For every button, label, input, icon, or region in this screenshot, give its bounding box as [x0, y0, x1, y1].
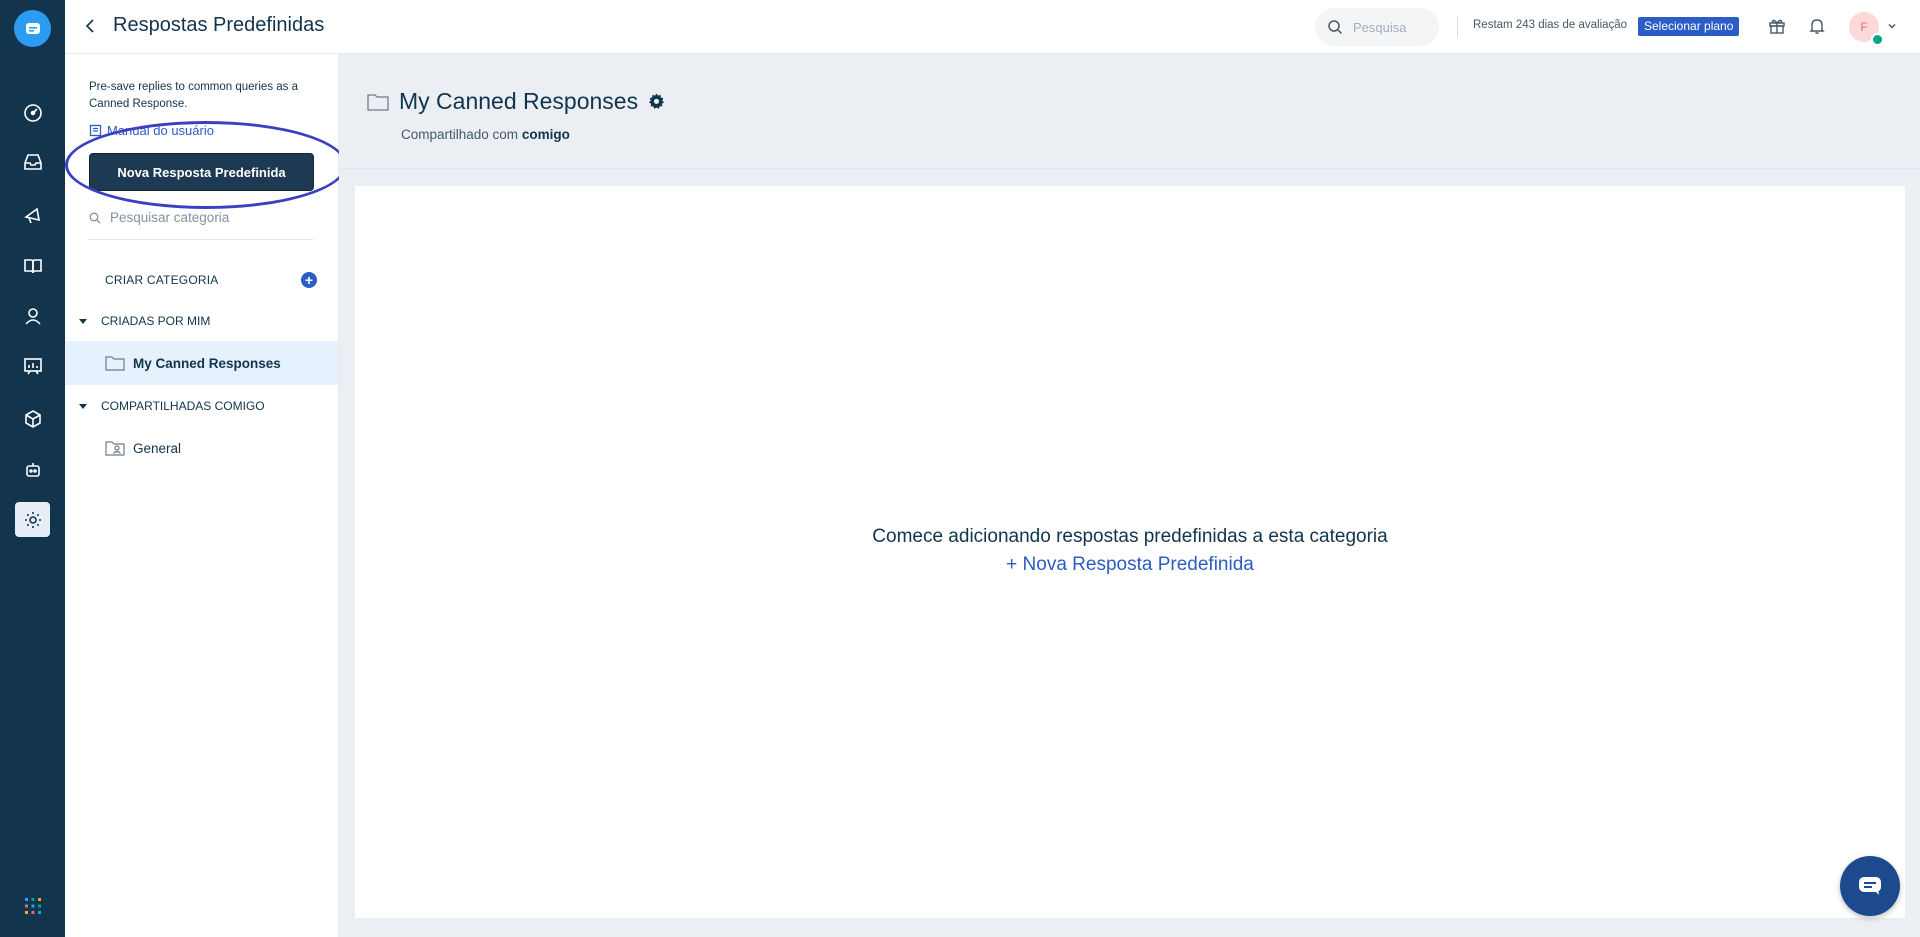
category-search-input[interactable]: Pesquisar categoria — [89, 210, 313, 240]
settings-icon[interactable] — [15, 502, 50, 537]
responses-empty-state: Comece adicionando respostas predefinida… — [355, 186, 1905, 918]
campaigns-icon[interactable] — [15, 197, 50, 232]
contacts-icon[interactable] — [15, 298, 50, 333]
notification-bell-icon[interactable] — [1805, 14, 1829, 38]
manual-book-icon — [89, 124, 102, 137]
chat-widget-icon[interactable] — [1840, 856, 1900, 916]
back-arrow-icon[interactable] — [79, 14, 103, 38]
page-title: Respostas Predefinidas — [113, 14, 325, 36]
folder-icon — [105, 356, 125, 371]
main-content: My Canned Responses Compartilhado com co… — [339, 54, 1920, 937]
inbox-icon[interactable] — [15, 144, 50, 179]
online-status-icon — [1871, 33, 1883, 45]
shared-prefix: Compartilhado com — [401, 127, 519, 142]
categories-sidebar: Pre-save replies to common queries as a … — [65, 54, 339, 937]
shared-with-value: comigo — [521, 127, 570, 142]
global-search-input[interactable]: Pesquisa — [1315, 8, 1439, 46]
nav-rail — [0, 0, 65, 937]
group-shared-with-me[interactable]: COMPARTILHADAS COMIGO — [79, 399, 265, 413]
add-category-icon[interactable]: + — [301, 272, 317, 288]
category-settings-gear-icon[interactable] — [648, 93, 665, 110]
app-logo-icon[interactable] — [14, 10, 51, 47]
trial-days-text: Restam 243 dias de avaliação — [1473, 19, 1628, 31]
folder-icon — [367, 93, 389, 111]
user-manual-label: Manual do usuário — [107, 123, 214, 138]
header-divider — [1457, 16, 1458, 38]
new-canned-response-button[interactable]: Nova Resposta Predefinida — [89, 153, 314, 191]
caret-down-icon — [79, 318, 87, 324]
category-title: My Canned Responses — [399, 88, 639, 114]
create-category-label[interactable]: CRIAR CATEGORIA — [105, 273, 218, 287]
group-label: CRIADAS POR MIM — [101, 314, 211, 328]
category-label: General — [133, 440, 182, 456]
search-icon — [89, 212, 101, 223]
shared-folder-icon — [105, 441, 125, 456]
category-header: My Canned Responses Compartilhado com co… — [339, 54, 1920, 169]
chevron-down-icon[interactable] — [1887, 18, 1897, 36]
user-manual-link[interactable]: Manual do usuário — [89, 123, 214, 138]
empty-state-message: Comece adicionando respostas predefinida… — [872, 526, 1388, 547]
reports-icon[interactable] — [15, 348, 50, 383]
gift-icon[interactable] — [1765, 14, 1789, 38]
category-label: My Canned Responses — [133, 355, 281, 371]
category-item-my-canned-responses[interactable]: My Canned Responses — [65, 341, 338, 385]
knowledge-base-icon[interactable] — [15, 248, 50, 283]
add-canned-response-link[interactable]: + Nova Resposta Predefinida — [355, 554, 1905, 576]
search-icon — [1328, 20, 1343, 35]
category-title-row: My Canned Responses — [367, 88, 665, 115]
top-header: Respostas Predefinidas Pesquisa Restam 2… — [65, 0, 1920, 54]
bot-icon[interactable] — [15, 452, 50, 487]
apps-grid-icon[interactable] — [15, 888, 50, 923]
marketplace-icon[interactable] — [15, 401, 50, 436]
dashboard-icon[interactable] — [15, 95, 50, 130]
category-search-placeholder: Pesquisar categoria — [110, 210, 230, 225]
group-created-by-me[interactable]: CRIADAS POR MIM — [79, 314, 210, 328]
group-label: COMPARTILHADAS COMIGO — [101, 399, 265, 413]
sidebar-description: Pre-save replies to common queries as a … — [89, 81, 299, 110]
shared-with-line: Compartilhado com comigo — [401, 127, 570, 142]
category-item-general[interactable]: General — [65, 426, 338, 470]
caret-down-icon — [79, 403, 87, 409]
select-plan-button[interactable]: Selecionar plano — [1638, 17, 1740, 36]
search-placeholder: Pesquisa — [1353, 19, 1407, 35]
